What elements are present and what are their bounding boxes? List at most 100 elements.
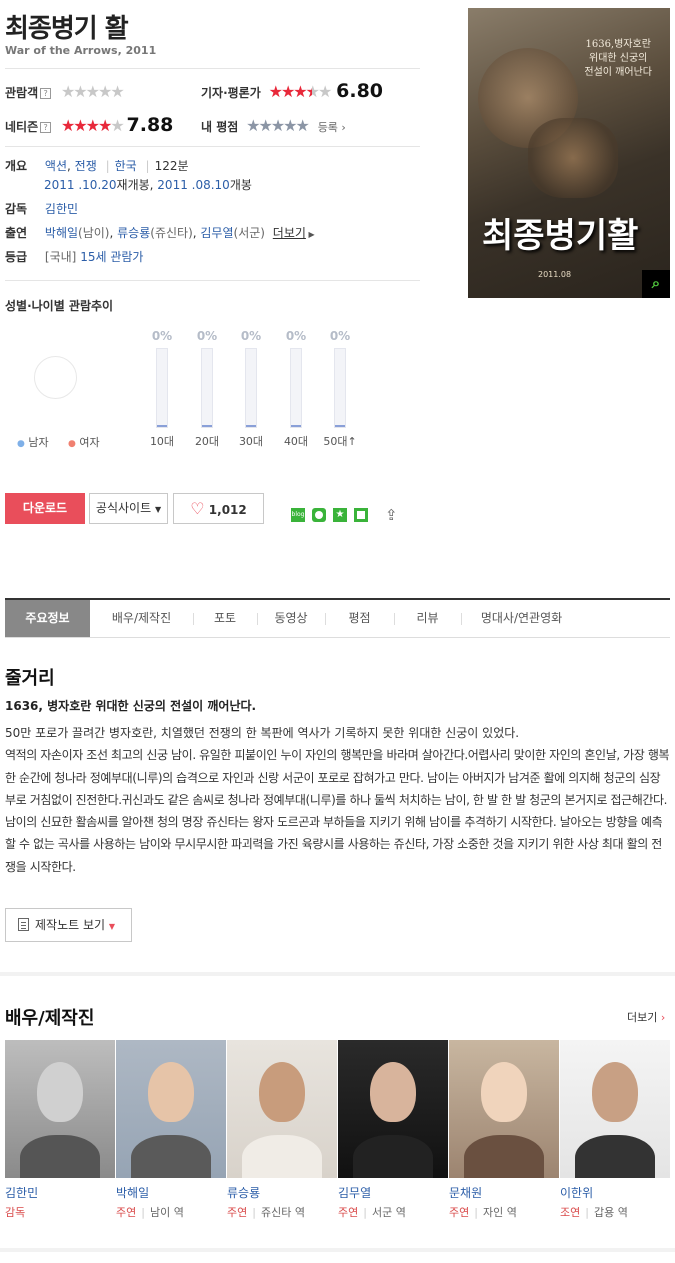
divider: [5, 68, 420, 69]
release-date-link[interactable]: 2011 .08.10: [157, 178, 230, 192]
cast-character: 쥬신타 역: [260, 1206, 305, 1219]
cast-more-link[interactable]: 더보기 ›: [627, 1009, 665, 1025]
release-date-link[interactable]: 2011 .10.20: [44, 178, 117, 192]
production-notes-button[interactable]: 제작노트 보기 ▼: [5, 908, 132, 942]
my-rating-label: 내 평점: [201, 120, 239, 134]
my-rating: 내 평점 ★★★★★ 등록 ›: [201, 116, 346, 135]
poster-title: 최종병기활: [482, 216, 639, 256]
heart-icon: ♡: [190, 499, 205, 518]
memo-share-icon[interactable]: [354, 508, 368, 522]
my-rating-stars[interactable]: ★★★★★: [246, 116, 310, 135]
tab-rating[interactable]: 평점: [325, 600, 394, 637]
age-bar: [156, 348, 168, 428]
share-icon[interactable]: ⇪: [385, 506, 398, 524]
age-bar-percent: 0%: [151, 329, 173, 343]
cast-character: 갑용 역: [593, 1206, 628, 1219]
cast-heading: 배우/제작진: [5, 1008, 95, 1029]
demographics-title: 성별·나이별 관람추이: [5, 299, 114, 313]
synopsis-headline: 1636, 병자호란 위대한 신궁의 전설이 깨어난다.: [5, 699, 257, 713]
critic-label: 기자·평론가: [201, 86, 261, 100]
cast-name[interactable]: 문채원: [449, 1184, 559, 1201]
blog-share-icon[interactable]: blog: [291, 508, 305, 522]
netizen-score: 7.88: [126, 114, 174, 136]
cast-role: (남이): [78, 226, 110, 240]
synopsis-paragraph: 역적의 자손이자 조선 최고의 신궁 남이. 유일한 피붙이인 누이 자인의 행…: [5, 748, 670, 874]
section-separator: [0, 1248, 675, 1252]
legend-female: ● 여자: [68, 436, 100, 449]
cast-card[interactable]: 박해일 주연 | 남이 역: [116, 1040, 226, 1220]
director-link[interactable]: 김한민: [45, 202, 78, 216]
movie-subtitle: War of the Arrows, 2011: [5, 44, 157, 57]
cast-name[interactable]: 박해일: [116, 1184, 226, 1201]
cast-name[interactable]: 이한위: [560, 1184, 670, 1201]
separator: |: [141, 1206, 145, 1219]
critic-score: 6.80: [336, 80, 384, 102]
cast-card[interactable]: 김무열 주연 | 서군 역: [338, 1040, 448, 1220]
tab-cast-crew[interactable]: 배우/제작진: [90, 600, 193, 637]
cast-key: 출연: [5, 226, 28, 240]
grade-row: 등급 [국내] 15세 관람가: [5, 248, 143, 265]
director-key: 감독: [5, 202, 28, 216]
cast-name[interactable]: 류승룡: [227, 1184, 337, 1201]
cast-card[interactable]: 이한위조연 | 갑용 역: [560, 1040, 670, 1220]
divider: [5, 146, 420, 147]
cast-role-type: 주연: [338, 1206, 359, 1219]
help-icon[interactable]: ?: [40, 88, 52, 99]
cast-card[interactable]: 류승룡 주연 | 쥬신타 역: [227, 1040, 337, 1220]
separator: |: [474, 1206, 478, 1219]
country-link[interactable]: 한국: [115, 159, 137, 173]
section-separator: [0, 972, 675, 976]
help-icon[interactable]: ?: [40, 122, 52, 133]
poster-tagline: 1636,병자호란 위대한 신궁의 전설이 깨어난다: [584, 39, 652, 78]
cast-role-type: 주연: [116, 1206, 137, 1219]
bookmark-star-icon[interactable]: ★: [333, 508, 347, 522]
zoom-icon[interactable]: ⌕: [642, 270, 670, 298]
cast-role-type: 조연: [560, 1206, 581, 1219]
cast-link[interactable]: 김무열: [200, 226, 233, 240]
cast-photo[interactable]: [338, 1040, 448, 1178]
cast-more-link[interactable]: 더보기: [273, 226, 306, 240]
genre-link[interactable]: 액션: [45, 159, 67, 173]
grade-link[interactable]: 15세 관람가: [80, 250, 143, 264]
cast-photo[interactable]: [560, 1040, 670, 1178]
cast-role: 감독: [5, 1204, 115, 1220]
tab-main-info[interactable]: 주요정보: [5, 600, 90, 637]
cast-photo[interactable]: [227, 1040, 337, 1178]
cast-link[interactable]: 류승룡: [117, 226, 150, 240]
synopsis-heading: 줄거리: [5, 668, 55, 689]
genre-link[interactable]: 전쟁: [75, 159, 97, 173]
cast-role: 조연 | 갑용 역: [560, 1204, 670, 1220]
chevron-down-icon: ▼: [108, 922, 116, 931]
cast-photo[interactable]: [116, 1040, 226, 1178]
cast-photo[interactable]: [5, 1040, 115, 1178]
cafe-share-icon[interactable]: [312, 508, 326, 522]
overview-row: 개요 액션, 전쟁 | 한국 | 122분: [5, 159, 189, 173]
cast-link[interactable]: 박해일: [45, 226, 78, 240]
tab-quotes-related[interactable]: 명대사/연관영화: [461, 600, 582, 637]
page-title: 최종병기 활: [5, 14, 129, 44]
cast-name[interactable]: 김무열: [338, 1184, 448, 1201]
release-row: 2011 .10.20재개봉, 2011 .08.10개봉: [44, 178, 252, 192]
tab-review[interactable]: 리뷰: [394, 600, 461, 637]
age-bar-label: 50대↑: [323, 435, 357, 448]
grade-prefix: [국내]: [44, 250, 77, 264]
cast-photo[interactable]: [449, 1040, 559, 1178]
cast-name[interactable]: 김한민: [5, 1184, 115, 1201]
official-site-button[interactable]: 공식사이트 ▼: [89, 493, 168, 524]
tab-photo[interactable]: 포토: [193, 600, 257, 637]
cast-role: (서군): [233, 226, 265, 240]
director-row: 감독 김한민: [5, 200, 78, 217]
audience-stars: ★★★★★: [60, 82, 125, 101]
movie-poster[interactable]: 1636,병자호란 위대한 신궁의 전설이 깨어난다 최종병기활 2011.08…: [468, 8, 670, 298]
register-rating-link[interactable]: 등록 ›: [318, 121, 346, 134]
cast-character: 자인 역: [482, 1206, 517, 1219]
cast-card[interactable]: 김한민감독: [5, 1040, 115, 1220]
cast-role-type: 주연: [449, 1206, 470, 1219]
separator: |: [252, 1206, 256, 1219]
poster-figure: [528, 118, 618, 198]
like-button[interactable]: ♡ 1,012: [173, 493, 264, 524]
cast-character: 서군 역: [371, 1206, 406, 1219]
tab-video[interactable]: 동영상: [257, 600, 325, 637]
download-button[interactable]: 다운로드: [5, 493, 85, 524]
cast-card[interactable]: 문채원주연 | 자인 역: [449, 1040, 559, 1220]
